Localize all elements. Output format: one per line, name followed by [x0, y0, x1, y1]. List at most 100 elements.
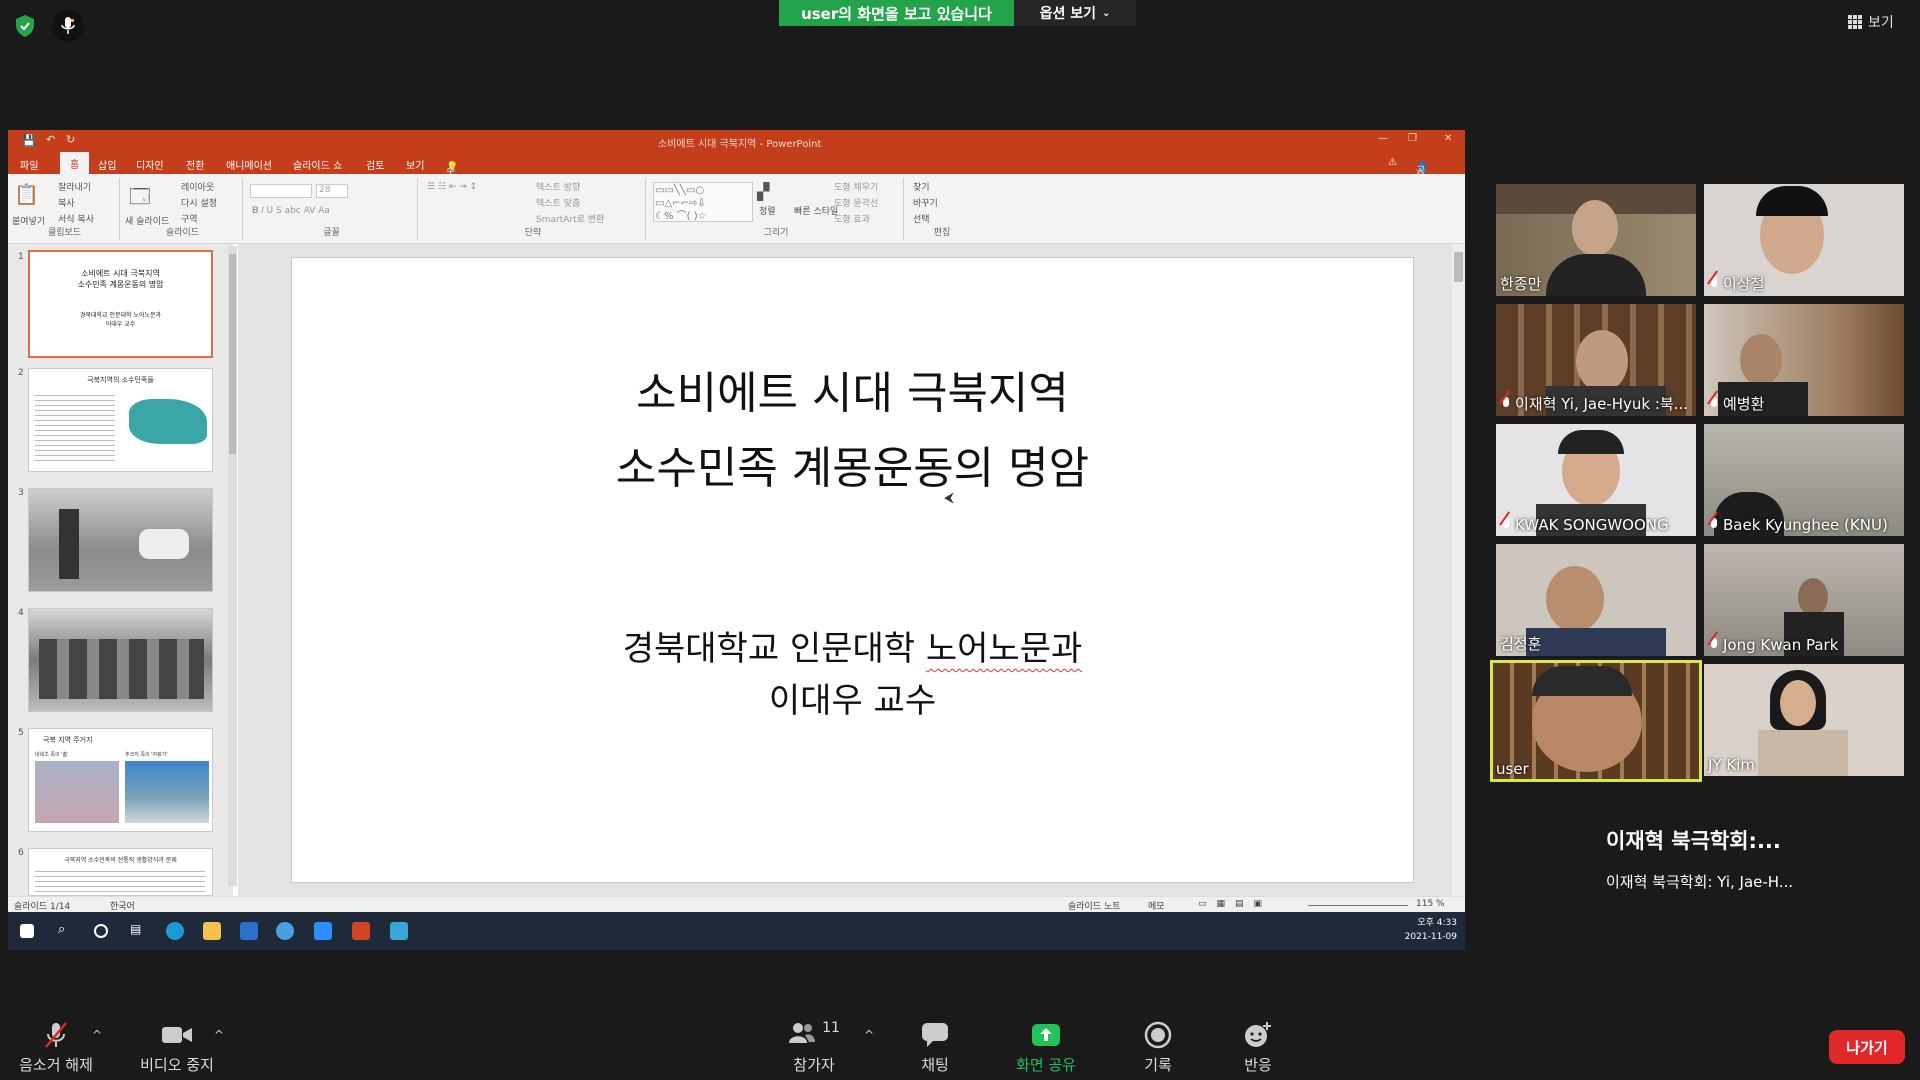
app-icon[interactable]: [390, 922, 408, 940]
slide-thumbnail-2[interactable]: 극북지역의 소수민족들: [28, 368, 213, 472]
tab-insert[interactable]: 삽입: [98, 157, 116, 172]
file-explorer-icon[interactable]: [203, 922, 221, 940]
shapes-gallery[interactable]: ▭▭╲╲▭○ ▭△⌐⌐⇨⇩ ☾% ⌒( )☆: [653, 182, 753, 222]
leave-meeting-button[interactable]: 나가기: [1829, 1030, 1905, 1064]
select-button[interactable]: 선택: [913, 212, 930, 225]
participants-chevron-icon[interactable]: ^: [864, 1028, 874, 1042]
chat-button[interactable]: 채팅: [902, 1020, 968, 1075]
language-indicator[interactable]: 한국어: [110, 899, 135, 912]
edge-icon[interactable]: [166, 922, 184, 940]
find-button[interactable]: 찾기: [913, 180, 930, 193]
close-icon[interactable]: ✕: [1444, 133, 1452, 144]
comments-button[interactable]: 메모: [1148, 899, 1165, 912]
audio-options-chevron-icon[interactable]: ^: [92, 1028, 102, 1042]
redo-icon[interactable]: ↻: [66, 133, 75, 146]
view-layout-button[interactable]: 보기: [1848, 10, 1894, 34]
participant-tile-active-speaker[interactable]: user: [1490, 660, 1702, 782]
security-shield-icon[interactable]: [14, 14, 36, 38]
quick-styles-button[interactable]: 빠른 스타일: [794, 204, 838, 217]
task-view-icon[interactable]: ▤: [130, 922, 148, 940]
participant-name: user: [1496, 760, 1529, 778]
font-format-buttons[interactable]: 𝐁 𝐼 U S abc AV Aa: [252, 206, 330, 216]
copy-button[interactable]: 복사: [58, 196, 75, 209]
text-direction-button[interactable]: 텍스트 방향: [536, 180, 580, 193]
list-buttons[interactable]: ☰ ☷ ⇤ ⇥ ↕: [427, 182, 477, 192]
align-text-button[interactable]: 텍스트 맞춤: [536, 196, 580, 209]
tab-review[interactable]: 검토: [366, 157, 384, 172]
participant-tile[interactable]: Baek Kyunghee (KNU): [1704, 424, 1904, 536]
tab-home[interactable]: 홈: [60, 152, 90, 176]
participant-tile[interactable]: 이상철: [1704, 184, 1904, 296]
slide-title-line: 소수민족 계몽운동의 명암: [615, 443, 1090, 494]
record-button[interactable]: 기록: [1130, 1020, 1186, 1075]
tab-transitions[interactable]: 전환: [186, 157, 204, 172]
view-options-button[interactable]: 옵션 보기 ⌄: [1014, 0, 1136, 26]
font-size-select[interactable]: 28: [316, 184, 348, 198]
minimize-icon[interactable]: —: [1378, 133, 1388, 144]
powerpoint-app-icon[interactable]: [352, 922, 370, 940]
mic-muted-icon: [1708, 518, 1720, 532]
shape-fill-button[interactable]: 도형 채우기: [834, 180, 878, 193]
slide-thumbnail-5[interactable]: 극북 지역 주거지 네네츠 족의 '춤' 추크치 족의 '야랑가': [28, 728, 213, 832]
font-group: 28 𝐁 𝐼 U S abc AV Aa 글꼴: [246, 178, 418, 240]
paste-icon[interactable]: 📋: [14, 182, 39, 206]
participant-tile[interactable]: Jong Kwan Park: [1704, 544, 1904, 656]
shape-outline-button[interactable]: 도형 윤곽선: [834, 196, 878, 209]
slide-thumbnail-4[interactable]: [28, 608, 213, 712]
reactions-button[interactable]: 반응: [1230, 1020, 1286, 1075]
zoom-app-icon[interactable]: [314, 922, 332, 940]
participant-tile[interactable]: 김정훈: [1496, 544, 1696, 656]
cut-button[interactable]: 잘라내기: [58, 180, 91, 193]
tab-animations[interactable]: 애니메이션: [226, 157, 272, 172]
slide-scrollbar[interactable]: [1452, 244, 1465, 896]
new-slide-icon[interactable]: 🗔: [129, 182, 151, 216]
speaker-panel[interactable]: 이재혁 북극학회:... 이재혁 북극학회: Yi, Jae-H...: [1602, 785, 1802, 895]
participant-tile[interactable]: JY Kim: [1704, 664, 1904, 776]
slide-editor[interactable]: 소비에트 시대 극북지역 소수민족 계몽운동의 명암 ⮜ 경북대학교 인문대학 …: [291, 257, 1414, 883]
video-options-chevron-icon[interactable]: ^: [214, 1028, 224, 1042]
participant-tile[interactable]: KWAK SONGWOONG: [1496, 424, 1696, 536]
tab-slideshow[interactable]: 슬라이드 쇼: [293, 157, 342, 172]
reset-button[interactable]: 다시 설정: [181, 196, 217, 209]
view-buttons[interactable]: ▭▦▤▣: [1198, 899, 1272, 909]
arrange-button[interactable]: 정렬: [759, 204, 776, 217]
participants-button[interactable]: 11 참가자: [776, 1020, 852, 1075]
layout-button[interactable]: 레이아웃: [181, 180, 214, 193]
windows-start-icon[interactable]: [20, 924, 34, 938]
notes-button[interactable]: 슬라이드 노트: [1068, 899, 1121, 912]
search-icon[interactable]: ⌕: [58, 922, 76, 940]
slide-thumbnail-3[interactable]: [28, 488, 213, 592]
tab-file[interactable]: 파일: [20, 157, 38, 172]
taskbar-clock[interactable]: 오후 4:33 2021-11-09: [1405, 916, 1457, 944]
slide-thumbnail-1[interactable]: 소비에트 시대 극북지역 소수민족 계몽운동의 명암 경북대학교 인문대학 노어…: [28, 250, 213, 358]
slides-group: 🗔 새 슬라이드 레이아웃 다시 설정 구역 슬라이드: [123, 178, 243, 240]
shape-effects-button[interactable]: 도형 효과: [834, 212, 870, 225]
stop-video-button[interactable]: 비디오 중지: [132, 1020, 222, 1075]
participant-tile[interactable]: 예병환: [1704, 304, 1904, 416]
participant-tile[interactable]: 한종만: [1496, 184, 1696, 296]
smartart-button[interactable]: SmartArt로 변환: [536, 212, 604, 225]
unmute-button[interactable]: 음소거 해제: [16, 1020, 96, 1075]
undo-icon[interactable]: ↶: [46, 133, 55, 146]
slide-title[interactable]: 소비에트 시대 극북지역 소수민족 계몽운동의 명암: [292, 356, 1413, 506]
replace-button[interactable]: 바꾸기: [913, 196, 938, 209]
slide-subtitle[interactable]: 경북대학교 인문대학 노어노문과 이대우 교수: [292, 623, 1413, 727]
save-icon[interactable]: 💾: [22, 134, 36, 147]
mail-icon[interactable]: [240, 922, 258, 940]
format-painter-button[interactable]: 서식 복사: [58, 212, 94, 225]
slide-thumbnail-6[interactable]: 극북지역 소수민족의 전통적 생활양식과 문제: [28, 848, 213, 896]
zoom-level[interactable]: 115 %: [1416, 899, 1445, 909]
font-family-select[interactable]: [250, 184, 312, 198]
share-screen-button[interactable]: 화면 공유: [1008, 1020, 1084, 1075]
arrange-icon[interactable]: ▞: [757, 182, 769, 201]
zoom-slider[interactable]: [1308, 905, 1408, 906]
tab-view[interactable]: 보기: [406, 157, 424, 172]
chrome-icon[interactable]: [276, 922, 294, 940]
participant-tile[interactable]: 이재혁 Yi, Jae-Hyuk :북...: [1496, 304, 1696, 416]
section-button[interactable]: 구역: [181, 212, 198, 225]
thumbnail-scrollbar[interactable]: [228, 246, 237, 886]
cortana-icon[interactable]: [94, 924, 108, 938]
clock-time: 오후 4:33: [1417, 918, 1457, 928]
maximize-icon[interactable]: ❐: [1408, 133, 1417, 144]
tab-design[interactable]: 디자인: [136, 157, 164, 172]
